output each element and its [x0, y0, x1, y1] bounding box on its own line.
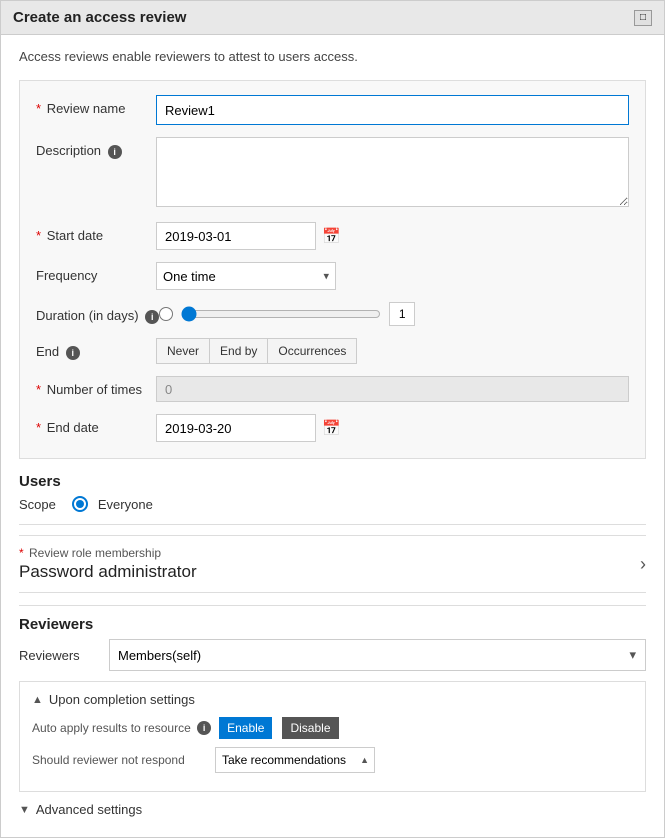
- start-date-row-inner: 📅: [156, 222, 629, 250]
- required-indicator-role: *: [19, 546, 24, 560]
- end-info-icon: i: [66, 346, 80, 360]
- end-never-button[interactable]: Never: [156, 338, 210, 364]
- required-indicator: *: [36, 101, 41, 116]
- frequency-select-wrapper: One time Weekly Monthly Quarterly Annual…: [156, 262, 336, 290]
- duration-value-input[interactable]: [389, 302, 415, 326]
- end-occurrences-button[interactable]: Occurrences: [268, 338, 357, 364]
- reviewers-label: Reviewers: [19, 648, 99, 663]
- main-window: Create an access review □ Access reviews…: [0, 0, 665, 838]
- reviewers-select[interactable]: Members(self) Selected users Managers: [109, 639, 646, 671]
- disable-button[interactable]: Disable: [282, 717, 338, 739]
- advanced-settings-label: Advanced settings: [36, 802, 142, 817]
- users-section: Users Scope Everyone * Review role membe…: [19, 473, 646, 606]
- end-calendar-icon[interactable]: 📅: [322, 419, 341, 437]
- required-indicator-enddate: *: [36, 420, 41, 435]
- end-date-row: * End date 📅: [36, 414, 629, 442]
- auto-apply-info-icon: i: [197, 721, 211, 735]
- duration-radio[interactable]: [159, 307, 173, 321]
- duration-row: Duration (in days) i: [36, 302, 629, 326]
- duration-field: [159, 302, 629, 326]
- maximize-button[interactable]: □: [634, 10, 652, 26]
- description-row: Description i: [36, 137, 629, 210]
- duration-label: Duration (in days) i: [36, 302, 159, 324]
- duration-slider-row: [159, 302, 629, 326]
- required-indicator-date: *: [36, 228, 41, 243]
- review-name-input[interactable]: [156, 95, 629, 125]
- recommend-select-wrapper: Take recommendations No change Remove ac…: [215, 747, 375, 773]
- frequency-row: Frequency One time Weekly Monthly Quarte…: [36, 262, 629, 290]
- description-input[interactable]: [156, 137, 629, 207]
- window-title: Create an access review: [13, 9, 186, 26]
- number-times-row: * Number of times: [36, 376, 629, 402]
- divider-2: [19, 605, 646, 606]
- scope-radio-inner: [76, 500, 84, 508]
- scope-row: Scope Everyone: [19, 496, 646, 512]
- users-section-title: Users: [19, 473, 646, 490]
- end-endby-button[interactable]: End by: [210, 338, 268, 364]
- scope-value: Everyone: [98, 497, 153, 512]
- start-date-input[interactable]: [156, 222, 316, 250]
- scope-radio[interactable]: [72, 496, 88, 512]
- completion-toggle[interactable]: ▲ Upon completion settings: [32, 692, 633, 707]
- chevron-right-icon: ›: [640, 554, 646, 575]
- subtitle-text: Access reviews enable reviewers to attes…: [19, 49, 646, 64]
- title-bar: Create an access review □: [1, 1, 664, 35]
- role-label-small: * Review role membership: [19, 546, 197, 560]
- reviewers-section: Reviewers Reviewers Members(self) Select…: [19, 616, 646, 817]
- advanced-settings-toggle[interactable]: ▼ Advanced settings: [19, 802, 646, 817]
- reviewers-row: Reviewers Members(self) Selected users M…: [19, 639, 646, 671]
- should-reviewer-label: Should reviewer not respond: [32, 753, 207, 767]
- role-membership-row[interactable]: * Review role membership Password admini…: [19, 535, 646, 593]
- content-area: Access reviews enable reviewers to attes…: [1, 35, 664, 837]
- role-info: * Review role membership Password admini…: [19, 546, 197, 582]
- start-date-label: * Start date: [36, 222, 156, 243]
- end-date-row-inner: 📅: [156, 414, 629, 442]
- description-info-icon: i: [108, 145, 122, 159]
- frequency-label: Frequency: [36, 262, 156, 283]
- start-date-row: * Start date 📅: [36, 222, 629, 250]
- start-date-field: 📅: [156, 222, 629, 250]
- review-name-row: * Review name: [36, 95, 629, 125]
- description-label: Description i: [36, 137, 156, 159]
- completion-section: ▲ Upon completion settings Auto apply re…: [19, 681, 646, 792]
- collapse-arrow-icon: ▲: [32, 694, 43, 706]
- auto-apply-row: Auto apply results to resource i Enable …: [32, 717, 633, 739]
- required-indicator-times: *: [36, 382, 41, 397]
- expand-arrow-icon: ▼: [19, 804, 30, 816]
- enable-button[interactable]: Enable: [219, 717, 272, 739]
- end-date-input[interactable]: [156, 414, 316, 442]
- duration-slider[interactable]: [181, 306, 381, 322]
- scope-label: Scope: [19, 497, 56, 512]
- frequency-select[interactable]: One time Weekly Monthly Quarterly Annual…: [156, 262, 336, 290]
- number-times-label: * Number of times: [36, 376, 156, 397]
- end-row: End i Never End by Occurrences: [36, 338, 629, 364]
- number-times-field: [156, 376, 629, 402]
- calendar-icon[interactable]: 📅: [322, 227, 341, 245]
- review-name-label: * Review name: [36, 95, 156, 116]
- main-form-section: * Review name Description i: [19, 80, 646, 459]
- reviewers-select-wrapper: Members(self) Selected users Managers: [109, 639, 646, 671]
- end-field: Never End by Occurrences: [156, 338, 629, 364]
- description-field: [156, 137, 629, 210]
- role-value: Password administrator: [19, 562, 197, 582]
- duration-info-icon: i: [145, 310, 159, 324]
- end-label: End i: [36, 338, 156, 360]
- completion-title: Upon completion settings: [49, 692, 195, 707]
- end-date-label: * End date: [36, 414, 156, 435]
- auto-apply-label: Auto apply results to resource i: [32, 721, 211, 736]
- frequency-field: One time Weekly Monthly Quarterly Annual…: [156, 262, 629, 290]
- should-reviewer-row: Should reviewer not respond Take recomme…: [32, 747, 633, 773]
- divider-1: [19, 524, 646, 525]
- reviewers-section-title: Reviewers: [19, 616, 646, 633]
- end-buttons-group: Never End by Occurrences: [156, 338, 629, 364]
- number-times-input: [156, 376, 629, 402]
- end-date-field: 📅: [156, 414, 629, 442]
- recommend-select[interactable]: Take recommendations No change Remove ac…: [215, 747, 375, 773]
- review-name-field: [156, 95, 629, 125]
- window-controls: □: [634, 10, 652, 26]
